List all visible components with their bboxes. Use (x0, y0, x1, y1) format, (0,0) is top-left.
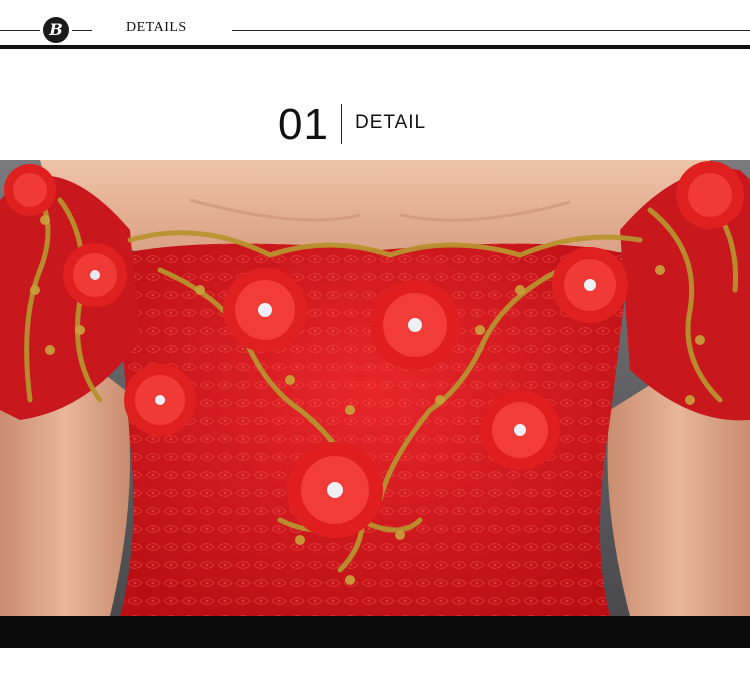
header-line-left (0, 30, 40, 31)
photo-bottom-bar (0, 616, 750, 648)
header-title: DETAILS (126, 20, 187, 35)
section-label: DETAIL (355, 112, 427, 133)
header-line-short (72, 30, 92, 31)
page-header: B DETAILS (0, 0, 750, 60)
header-thick-bar (0, 45, 750, 49)
brand-logo-icon: B (43, 17, 69, 43)
header-line-right (232, 30, 750, 31)
dress-illustration (0, 160, 750, 616)
section-number: 01 (278, 100, 329, 149)
section-divider (341, 104, 342, 144)
dress-detail-photo (0, 160, 750, 616)
